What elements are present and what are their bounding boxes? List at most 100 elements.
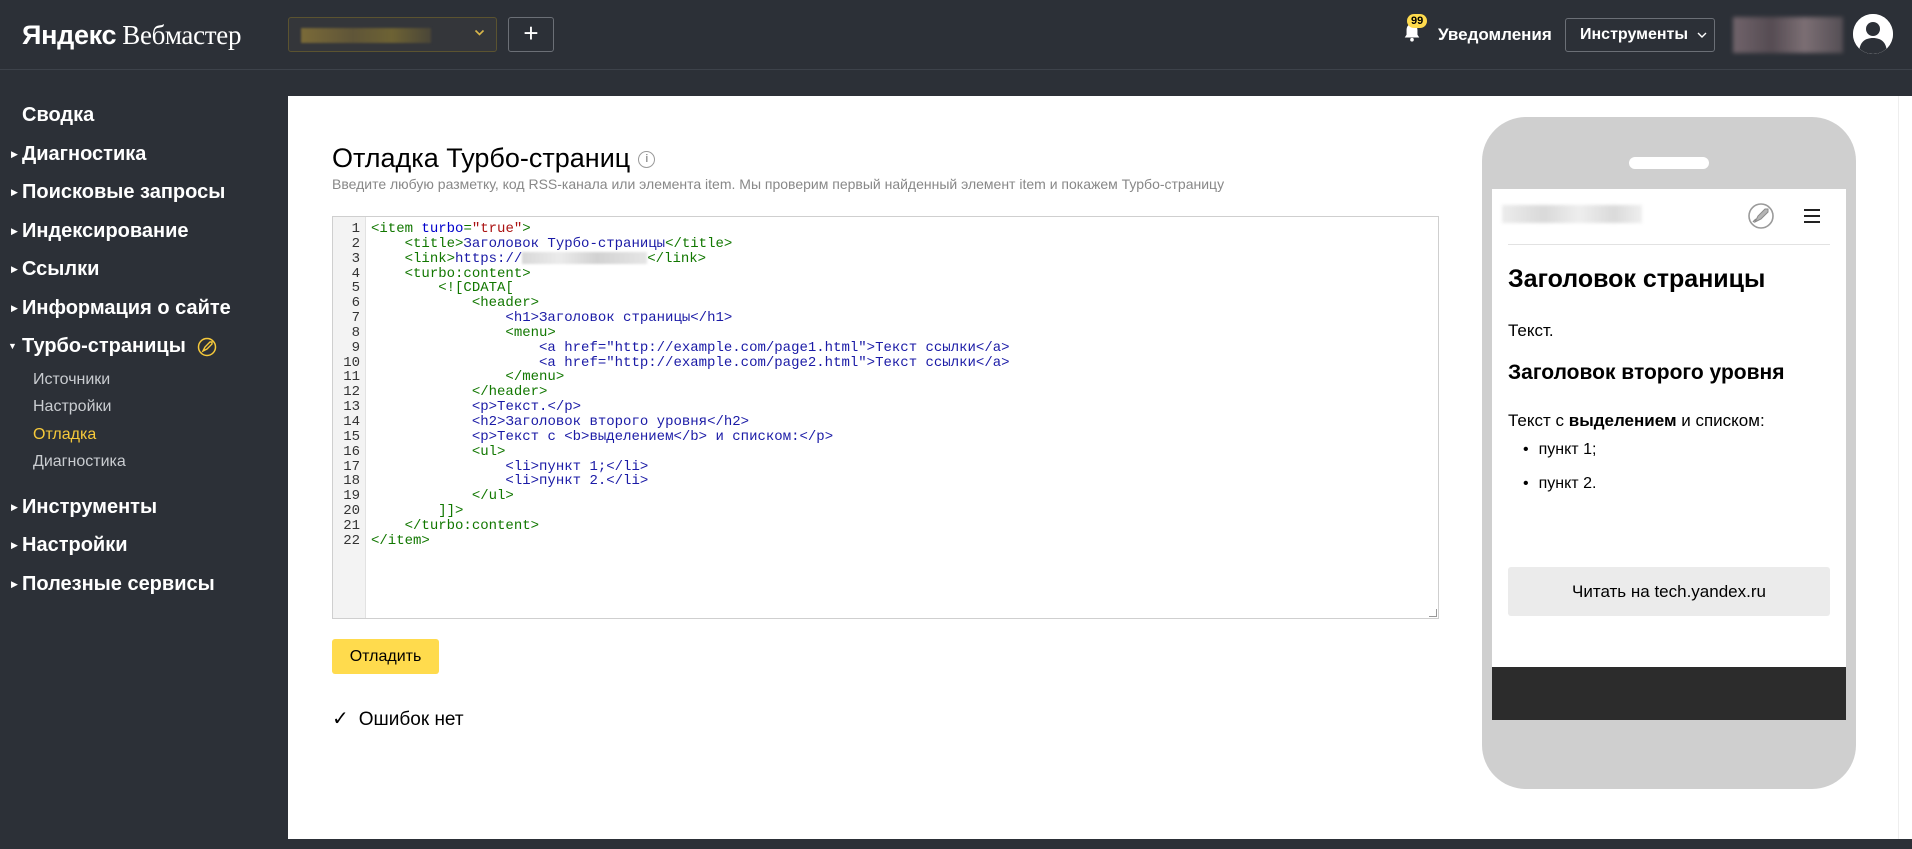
sidebar-item-settings[interactable]: ▶ Настройки [0, 526, 288, 565]
code-line: <a href="http://example.com/page2.html">… [539, 354, 1010, 371]
collapsed-triangle-icon: ▶ [11, 578, 18, 589]
info-icon[interactable]: i [638, 151, 656, 169]
line-number: 18 [343, 473, 360, 490]
line-number: 7 [351, 310, 360, 327]
sidebar-item-label: Инструменты [22, 495, 158, 518]
collapsed-triangle-icon: ▶ [11, 148, 18, 159]
code-line: <link>https://</link> [404, 250, 707, 267]
user-name-blurred[interactable] [1733, 17, 1843, 53]
code-line: <turbo:content> [404, 265, 531, 282]
site-selector[interactable] [288, 17, 497, 52]
line-number: 3 [351, 250, 360, 267]
line-number: 12 [343, 384, 360, 401]
sidebar-item-label: Сводка [22, 104, 95, 126]
sidebar-item-label: Информация о сайте [22, 296, 231, 319]
sidebar-item-links[interactable]: ▶ Ссылки [0, 250, 288, 289]
page-title-text: Отладка Турбо-страниц [332, 143, 631, 173]
sidebar-item-search-queries[interactable]: ▶ Поисковые запросы [0, 173, 288, 212]
line-number: 2 [351, 235, 360, 252]
line-number: 4 [351, 265, 360, 282]
code-line: <p>Текст.</p> [471, 399, 582, 416]
code-line: </ul> [471, 488, 514, 505]
preview-list: • пункт 1; • пункт 2. [1523, 440, 1596, 508]
sidebar-subitem-sources[interactable]: Источники [0, 366, 288, 394]
preview-heading-1: Заголовок страницы [1508, 265, 1766, 293]
line-number: 11 [343, 369, 360, 386]
debug-button[interactable]: Отладить [332, 639, 439, 674]
chevron-down-icon [474, 27, 485, 37]
avatar-icon[interactable] [1853, 14, 1893, 54]
list-item: • пункт 1; [1523, 441, 1597, 458]
line-number: 22 [343, 532, 360, 549]
line-number: 21 [343, 517, 360, 534]
sidebar-item-label: Настройки [22, 534, 128, 556]
line-number: 1 [351, 221, 360, 237]
sidebar-item-turbo-pages[interactable]: ▼ Турбо-страницы [0, 327, 288, 366]
status-text: Ошибок нет [358, 709, 464, 730]
top-bar: Яндекс Вебмастер + 99 Уведомления Инструм… [0, 0, 1912, 70]
tools-dropdown-button[interactable]: Инструменты [1565, 18, 1715, 52]
sidebar-item-site-info[interactable]: ▶ Информация о сайте [0, 289, 288, 328]
code-line: </turbo:content> [404, 517, 540, 534]
code-line: <li>пункт 1;</li> [505, 458, 649, 475]
line-number: 6 [351, 295, 360, 312]
collapsed-triangle-icon: ▶ [11, 302, 18, 313]
burger-menu-icon[interactable] [1804, 209, 1820, 223]
code-area[interactable]: <item turbo="true"> <title>Заголовок Тур… [371, 222, 1434, 549]
sidebar-item-indexing[interactable]: ▶ Индексирование [0, 212, 288, 251]
code-line: <h1>Заголовок страницы</h1> [505, 310, 733, 327]
logo-brand: Яндекс [22, 20, 117, 50]
code-line: <p>Текст с <b>выделением</b> и списком:<… [471, 428, 834, 445]
line-number: 19 [343, 488, 360, 505]
code-line: ]]> [438, 503, 464, 520]
resize-handle[interactable] [1429, 609, 1437, 617]
status-message: ✓ Ошибок нет [332, 706, 464, 731]
collapsed-triangle-icon: ▶ [11, 501, 18, 512]
line-number: 16 [343, 443, 360, 460]
sidebar-subitem-settings[interactable]: Настройки [0, 393, 288, 421]
list-item: • пункт 2. [1523, 475, 1597, 492]
notifications-label: Уведомления [1438, 25, 1552, 44]
line-number: 5 [351, 280, 360, 297]
sidebar-item-label: Полезные сервисы [22, 572, 215, 595]
code-line: </item> [371, 532, 430, 549]
phone-screen: Заголовок страницы Текст. Заголовок втор… [1492, 189, 1846, 720]
code-line: <li>пункт 2.</li> [505, 473, 649, 490]
scrollbar[interactable] [1898, 96, 1912, 839]
sidebar-item-label: Турбо-страницы [22, 335, 186, 357]
preview-paragraph: Текст. [1508, 321, 1554, 340]
code-line: <header> [471, 295, 540, 312]
line-number: 10 [343, 354, 360, 371]
notifications-badge: 99 [1407, 14, 1428, 28]
page-title: Отладка Турбо-страниц i [332, 143, 656, 174]
sidebar-item-tools[interactable]: ▶ Инструменты [0, 488, 288, 527]
logo[interactable]: Яндекс Вебмастер [22, 20, 241, 51]
preview-paragraph-rich: Текст с выделением и списком: [1508, 411, 1765, 430]
line-number: 20 [343, 503, 360, 520]
sidebar-subitem-diagnostics[interactable]: Диагностика [0, 448, 288, 476]
code-line: <a href="http://example.com/page1.html">… [539, 339, 1010, 356]
sidebar-item-label: Ссылки [22, 258, 100, 280]
code-editor[interactable]: 1 2 3 4 5 6 7 8 9 10 11 12 13 14 15 16 17 18 19 20 21 22 <ite… [332, 216, 1439, 619]
sidebar-subitem-debug[interactable]: Отладка [0, 421, 288, 449]
sidebar-item-summary[interactable]: Сводка [0, 96, 288, 135]
page-description: Введите любую разметку, код RSS-канала и… [332, 176, 1225, 192]
sidebar: Сводка ▶ Диагностика ▶ Поисковые запросы ▶… [0, 96, 288, 603]
code-line: </header> [471, 384, 548, 401]
tools-label: Инструменты [1580, 26, 1689, 43]
code-line: <menu> [505, 324, 556, 341]
check-icon: ✓ [332, 708, 349, 730]
code-line: <title>Заголовок Турбо-страницы</title> [404, 235, 733, 252]
collapsed-triangle-icon: ▶ [11, 225, 18, 236]
add-site-button[interactable]: + [508, 17, 554, 52]
sidebar-item-label: Индексирование [22, 219, 189, 242]
sidebar-item-useful-services[interactable]: ▶ Полезные сервисы [0, 565, 288, 604]
site-name-blurred [301, 28, 431, 43]
sidebar-item-diagnostics[interactable]: ▶ Диагностика [0, 135, 288, 174]
line-number-gutter: 1 2 3 4 5 6 7 8 9 10 11 12 13 14 15 16 17 18 19 20 21 22 [333, 217, 366, 618]
sidebar-item-label: Диагностика [22, 142, 147, 165]
read-more-button[interactable]: Читать на tech.yandex.ru [1508, 567, 1830, 616]
preview-footer [1492, 667, 1846, 720]
sidebar-item-label: Поисковые запросы [22, 181, 226, 203]
code-line: <item turbo="true"> [371, 221, 531, 237]
